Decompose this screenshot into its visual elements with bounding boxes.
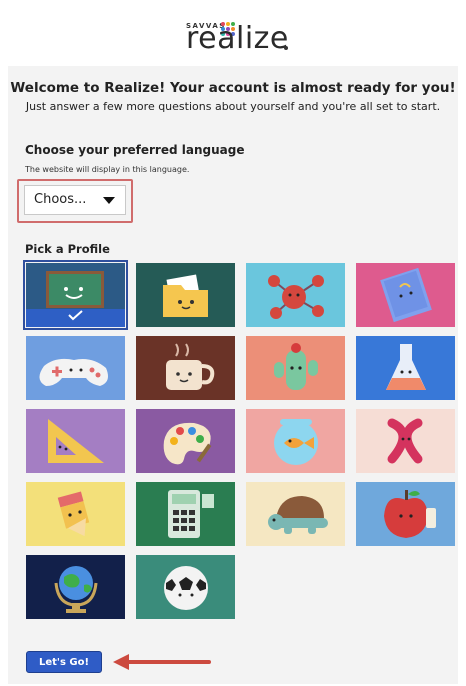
profile-option-dna[interactable] <box>356 409 455 473</box>
welcome-title: Welcome to Realize! Your account is almo… <box>10 80 456 96</box>
notebook-icon <box>356 263 455 327</box>
header: SAVVAS realize <box>0 0 466 62</box>
profile-option-turtle[interactable] <box>246 482 345 546</box>
profile-option-coffee-cup[interactable] <box>136 336 235 400</box>
profile-option-molecule[interactable] <box>246 263 345 327</box>
profile-option-fishbowl[interactable] <box>246 409 345 473</box>
cactus-icon <box>246 336 345 400</box>
turtle-icon <box>246 482 345 546</box>
profile-option-paint-palette[interactable] <box>136 409 235 473</box>
triangle-ruler-icon <box>26 409 125 473</box>
game-controller-icon <box>26 336 125 400</box>
profile-option-pencil[interactable] <box>26 482 125 546</box>
apple-icon <box>356 482 455 546</box>
paint-palette-icon <box>136 409 235 473</box>
profile-heading: Pick a Profile <box>25 242 110 256</box>
language-heading: Choose your preferred language <box>25 143 245 157</box>
chevron-down-icon <box>103 197 115 204</box>
folder-icon <box>136 263 235 327</box>
profile-option-folder[interactable] <box>136 263 235 327</box>
fishbowl-icon <box>246 409 345 473</box>
profile-option-soccer-ball[interactable] <box>136 555 235 619</box>
coffee-cup-icon <box>136 336 235 400</box>
molecule-icon <box>246 263 345 327</box>
profile-option-game-controller[interactable] <box>26 336 125 400</box>
arrow-left-icon <box>113 654 211 670</box>
brand-period <box>284 46 288 50</box>
welcome-subtitle: Just answer a few more questions about y… <box>25 100 441 113</box>
profile-option-triangle-ruler[interactable] <box>26 409 125 473</box>
profile-option-cactus[interactable] <box>246 336 345 400</box>
flask-icon <box>356 336 455 400</box>
calculator-icon <box>136 482 235 546</box>
lets-go-button[interactable]: Let's Go! <box>26 651 102 673</box>
soccer-ball-icon <box>136 555 235 619</box>
profile-option-flask[interactable] <box>356 336 455 400</box>
language-select[interactable]: Choos... <box>24 185 126 215</box>
language-help-text: The website will display in this languag… <box>25 165 190 174</box>
profile-option-calculator[interactable] <box>136 482 235 546</box>
profile-option-globe[interactable] <box>26 555 125 619</box>
dna-icon <box>356 409 455 473</box>
language-select-value: Choos... <box>34 192 87 207</box>
chalkboard-icon <box>26 263 125 327</box>
profile-option-apple[interactable] <box>356 482 455 546</box>
onboarding-panel: Welcome to Realize! Your account is almo… <box>8 66 458 684</box>
globe-icon <box>26 555 125 619</box>
pencil-icon <box>26 482 125 546</box>
profile-option-chalkboard[interactable] <box>23 260 128 330</box>
brand-logo: realize <box>186 21 289 56</box>
profile-option-notebook[interactable] <box>356 263 455 327</box>
